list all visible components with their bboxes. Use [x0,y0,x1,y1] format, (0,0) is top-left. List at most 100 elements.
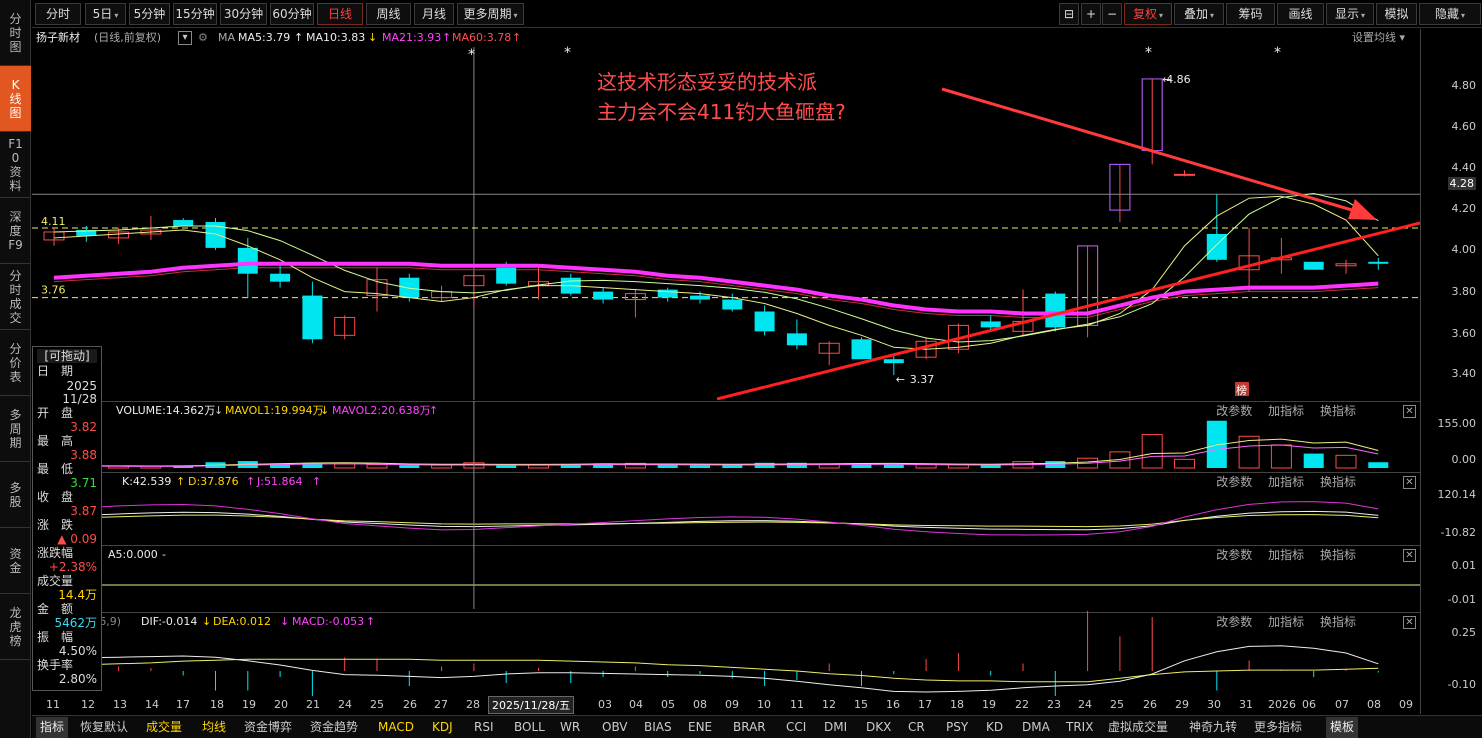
candle-body [1045,293,1066,328]
indicator-tab-7[interactable]: KDJ [432,717,453,738]
indicator-tab-bar: 指标 恢复默认 成交量 均线 资金博弈 资金趋势 MACD KDJ RSI BOLL WR OBV BI… [32,715,1482,738]
sidebar-item-2[interactable]: F10资料 [0,132,31,198]
indicator-tab-14[interactable]: BRAR [733,717,766,738]
date-tick: 12 [81,698,95,711]
date-tick: 03 [598,698,612,711]
volume-bar [334,463,356,469]
indicator-tab-4[interactable]: 资金博弈 [244,717,292,738]
period-label: 分时 [45,7,70,21]
close-label: 收 盘 [37,490,74,504]
date-tick: 04 [629,698,643,711]
period-button-2[interactable]: 5分钟 [129,3,170,25]
period-button-0[interactable]: 分时 [35,3,81,25]
price-tick: 4.60 [1451,120,1477,133]
price-tick: 3.40 [1451,367,1477,380]
sidebar-item-1[interactable]: K线图 [0,66,31,132]
toolbar-button-4[interactable]: 显示 ▾ [1326,3,1374,25]
data-window-title[interactable]: [可拖动] [37,349,97,363]
period-button-6[interactable]: 日线 [317,3,363,25]
indicator-tab-0[interactable]: 指标 [36,717,69,738]
low-value: 3.71 [70,476,97,490]
zoom-out-icon[interactable]: − [1102,3,1122,25]
kdj-j-line [53,501,1379,536]
sidebar-item-7[interactable]: 多股 [0,462,31,528]
pct-value: +2.38% [48,560,97,574]
indicator-tab-26[interactable]: 模板 [1326,717,1359,738]
indicator-tab-21[interactable]: DMA [1022,717,1050,738]
turnover-label: 换手率 [37,658,74,672]
indicator-charts[interactable] [32,401,1420,696]
right-price-axis: 4.80 4.60 4.40 4.28 4.20 4.00 3.80 3.60 3.40 155.… [1420,29,1482,714]
data-window[interactable]: [可拖动] 日 期 2025 11/28 开 盘 3.82 最 高 3.88 最… [32,346,102,691]
sidebar-item-4[interactable]: 分时成交 [0,264,31,330]
sidebar-item-0[interactable]: 分时图 [0,0,31,66]
date-tick: 2026 [1268,698,1296,711]
sidebar-item-3[interactable]: 深度F9 [0,198,31,264]
sidebar-item-9[interactable]: 龙虎榜 [0,594,31,660]
period-label: 30分钟 [223,7,264,21]
sidebar-item-5[interactable]: 分价表 [0,330,31,396]
price-tick: 4.20 [1451,202,1477,215]
period-button-3[interactable]: 15分钟 [173,3,217,25]
dif-line [53,645,1379,693]
indicator-tab-20[interactable]: KD [986,717,1003,738]
left-sidebar: 分时图 K线图 F10资料 深度F9 分时成交 分价表 多周期 多股 资金 龙虎榜 [0,0,31,738]
toolbar-button-3[interactable]: 画线 [1277,3,1324,25]
annotation-line-1: 这技术形态妥妥的技术派 [597,70,817,94]
indicator-tab-23[interactable]: 虚拟成交量 [1108,717,1168,738]
indicator-tab-25[interactable]: 更多指标 [1254,717,1302,738]
period-button-5[interactable]: 60分钟 [270,3,314,25]
low-label: 3.37 [910,373,935,386]
indicator-tab-1[interactable]: 恢复默认 [80,717,128,738]
price-label-3-76: 3.76 [41,284,66,297]
date-tick: 18 [210,698,224,711]
period-button-4[interactable]: 30分钟 [220,3,267,25]
high-value: 3.88 [70,448,97,462]
indicator-tab-18[interactable]: CR [908,717,925,738]
period-label: 月线 [421,7,446,21]
indicator-tab-22[interactable]: TRIX [1066,717,1093,738]
indicator-tab-11[interactable]: OBV [602,717,628,738]
candle-body [786,333,807,346]
period-button-9[interactable]: 更多周期 ▾ [457,3,524,25]
indicator-tab-8[interactable]: RSI [474,717,494,738]
date-tick: 05 [661,698,675,711]
indicator-tab-6[interactable]: MACD [378,717,414,738]
toolbar-button-2[interactable]: 筹码 [1226,3,1275,25]
period-button-1[interactable]: 5日 ▾ [85,3,126,25]
change-label: 涨 跌 [37,518,74,532]
indicator-tab-5[interactable]: 资金趋势 [310,717,358,738]
indicator-tab-17[interactable]: DKX [866,717,891,738]
date-tick: 2025/11/28/五 [488,696,575,714]
period-toolbar: 分时 5日 ▾ 5分钟 15分钟 30分钟 60分钟 日线 周线 月线 更多周期 ▾ ⊟ + − 复权 ▾ 叠加 ▾… [32,0,1482,28]
date-tick: 21 [306,698,320,711]
date-year: 2025 [66,379,97,393]
indicator-tab-24[interactable]: 神奇九转 [1189,717,1237,738]
indicator-tab-12[interactable]: BIAS [644,717,672,738]
volume-bar [1303,453,1324,468]
toolbar-button-1[interactable]: 叠加 ▾ [1174,3,1224,25]
zoom-in-icon[interactable]: + [1081,3,1101,25]
toolbar-button-0[interactable]: 复权 ▾ [1124,3,1172,25]
toolbar-button-5[interactable]: 模拟 [1376,3,1417,25]
sidebar-item-8[interactable]: 资金 [0,528,31,594]
sidebar-item-6[interactable]: 多周期 [0,396,31,462]
toolbar-button-6[interactable]: 隐藏 ▾ [1419,3,1481,25]
price-tick: 3.80 [1451,285,1477,298]
indicator-tab-15[interactable]: CCI [786,717,806,738]
indicator-tab-16[interactable]: DMI [824,717,847,738]
date-tick: 14 [145,698,159,711]
lock-icon[interactable]: ⊟ [1059,3,1079,25]
toolbar-button-label: 筹码 [1238,7,1263,21]
period-label: 周线 [376,7,401,21]
indicator-tab-9[interactable]: BOLL [514,717,545,738]
indicator-tab-10[interactable]: WR [560,717,580,738]
indicator-tab-2[interactable]: 成交量 [146,717,182,738]
indicator-tab-19[interactable]: PSY [946,717,968,738]
period-button-7[interactable]: 周线 [366,3,411,25]
indicator-tab-13[interactable]: ENE [688,717,712,738]
period-button-8[interactable]: 月线 [414,3,454,25]
open-label: 开 盘 [37,406,74,420]
indicator-tab-3[interactable]: 均线 [202,717,226,738]
annotation-line-2: 主力会不会411钓大鱼砸盘? [597,100,846,124]
